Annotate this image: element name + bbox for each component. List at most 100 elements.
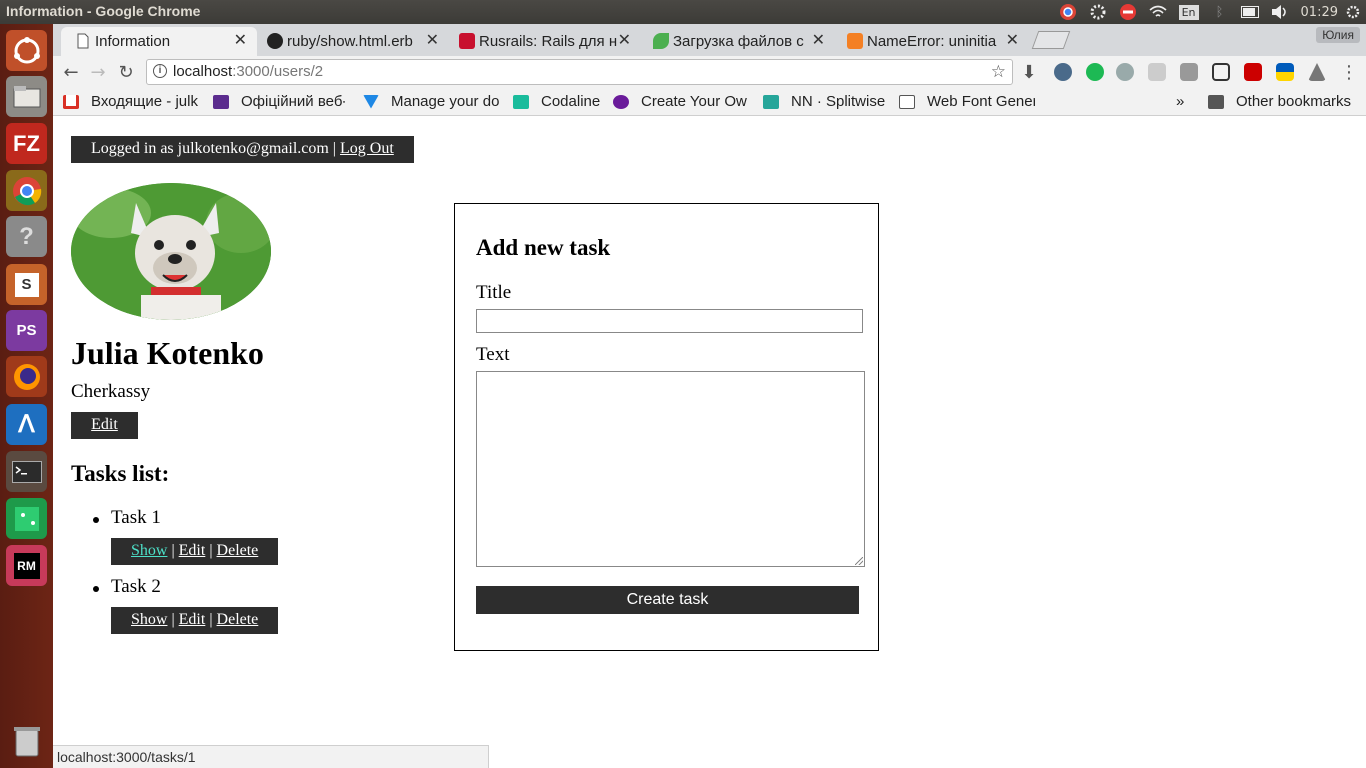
task-delete-link[interactable]: Delete bbox=[217, 542, 259, 559]
extension-cloud-icon[interactable] bbox=[1148, 63, 1166, 81]
extension-lastpass-icon[interactable] bbox=[1244, 63, 1262, 81]
extension-drive-icon[interactable] bbox=[1308, 63, 1326, 81]
green-app-icon[interactable] bbox=[6, 498, 47, 539]
text-textarea[interactable] bbox=[476, 371, 865, 567]
page-icon bbox=[899, 94, 915, 109]
user-name: Julia Kotenko bbox=[71, 335, 264, 371]
logout-link[interactable]: Log Out bbox=[340, 140, 394, 157]
extension-cube-icon[interactable] bbox=[1212, 63, 1230, 81]
trash-icon[interactable] bbox=[6, 720, 47, 761]
tab-title: NameError: uninitia bbox=[867, 33, 997, 50]
other-bookmarks[interactable]: Other bookmarks bbox=[1208, 93, 1351, 110]
close-icon[interactable]: ✕ bbox=[1005, 30, 1019, 50]
rubymine-icon[interactable]: RM bbox=[6, 545, 47, 586]
new-tab-button[interactable] bbox=[1031, 31, 1071, 49]
edit-profile-button[interactable]: Edit bbox=[71, 412, 138, 439]
close-icon[interactable]: ✕ bbox=[617, 30, 631, 50]
bullet bbox=[93, 586, 99, 592]
rusrails-icon bbox=[459, 33, 475, 49]
power-gear-icon[interactable] bbox=[1344, 3, 1362, 21]
sublime-icon[interactable]: S bbox=[6, 264, 47, 305]
bookmark-official[interactable]: Офіційний веб- bbox=[213, 93, 345, 110]
clock[interactable]: 01:29 bbox=[1301, 5, 1338, 20]
bookmark-codaline[interactable]: Codaline bbox=[513, 93, 613, 110]
create-task-button[interactable]: Create task bbox=[476, 586, 859, 614]
task-edit-link[interactable]: Edit bbox=[179, 611, 206, 628]
tab-information[interactable]: Information ✕ bbox=[61, 27, 257, 56]
title-label: Title bbox=[476, 282, 512, 303]
extension-vpn-icon[interactable] bbox=[1054, 63, 1072, 81]
do-not-disturb-icon[interactable] bbox=[1119, 3, 1137, 21]
task-delete-link[interactable]: Delete bbox=[217, 611, 259, 628]
back-icon[interactable]: ← bbox=[59, 60, 83, 84]
system-tray: En ᛒ 01:29 bbox=[1059, 0, 1366, 24]
keyboard-layout-indicator[interactable]: En bbox=[1178, 4, 1199, 20]
extension-ukraine-icon[interactable] bbox=[1276, 63, 1294, 81]
help-icon[interactable]: ? bbox=[6, 216, 47, 257]
task-show-link[interactable]: Show bbox=[131, 611, 167, 628]
close-icon[interactable]: ✕ bbox=[425, 30, 439, 50]
title-input[interactable] bbox=[476, 309, 863, 333]
page-icon bbox=[75, 33, 91, 49]
new-task-form: Add new task Title Text Create task bbox=[454, 203, 879, 651]
bookmark-star-icon[interactable]: ☆ bbox=[991, 62, 1006, 82]
download-icon[interactable]: ⬇ bbox=[1017, 60, 1041, 84]
profile-button[interactable]: Юлия bbox=[1316, 27, 1360, 43]
task-actions: Show | Edit | Delete bbox=[111, 607, 278, 634]
bluetooth-icon[interactable]: ᛒ bbox=[1211, 3, 1229, 21]
terminal-icon[interactable] bbox=[6, 451, 47, 492]
files-icon[interactable] bbox=[6, 76, 47, 117]
close-icon[interactable]: ✕ bbox=[234, 30, 247, 50]
chrome-icon[interactable] bbox=[6, 170, 47, 211]
tab-rusrails[interactable]: Rusrails: Rails для н ✕ bbox=[445, 27, 641, 56]
browser-tab-strip: Information ✕ ruby/show.html.erb ✕ Rusra… bbox=[53, 24, 1366, 56]
bluegriffon-icon[interactable]: ᐱ bbox=[6, 404, 47, 445]
task-actions: Show | Edit | Delete bbox=[111, 538, 278, 565]
site-info-icon[interactable]: i bbox=[153, 64, 167, 78]
extension-feed-icon[interactable] bbox=[1180, 63, 1198, 81]
github-icon bbox=[267, 33, 283, 49]
close-icon[interactable]: ✕ bbox=[811, 30, 825, 50]
bookmarks-bar: Входящие - julk Офіційний веб- Manage yo… bbox=[53, 88, 1366, 116]
ubuntu-icon[interactable] bbox=[6, 30, 47, 71]
tasks-heading: Tasks list: bbox=[71, 461, 170, 486]
logged-in-text: Logged in as julkotenko@gmail.com | bbox=[91, 140, 337, 157]
tab-file-upload[interactable]: Загрузка файлов с ✕ bbox=[639, 27, 835, 56]
address-bar[interactable]: i localhost:3000/users/2 ☆ bbox=[146, 59, 1013, 85]
resize-handle-icon[interactable] bbox=[855, 557, 863, 565]
tab-stackoverflow[interactable]: NameError: uninitia ✕ bbox=[833, 27, 1029, 56]
user-city: Cherkassy bbox=[71, 381, 151, 402]
tab-title: ruby/show.html.erb bbox=[287, 33, 413, 50]
os-top-panel: Information - Google Chrome En ᛒ 01:29 bbox=[0, 0, 1366, 24]
reload-icon[interactable]: ↻ bbox=[114, 60, 138, 84]
extension-eye-icon[interactable] bbox=[1116, 63, 1134, 81]
menu-icon[interactable]: ⋮ bbox=[1337, 60, 1361, 84]
tab-title: Загрузка файлов с bbox=[673, 33, 804, 50]
wifi-icon[interactable] bbox=[1149, 3, 1167, 21]
firefox-icon[interactable] bbox=[6, 356, 47, 397]
bookmark-webfont[interactable]: Web Font Gener bbox=[899, 93, 1035, 110]
chrome-tray-icon[interactable] bbox=[1059, 3, 1077, 21]
bookmark-manage[interactable]: Manage your do bbox=[363, 93, 499, 110]
task-show-link[interactable]: Show bbox=[131, 542, 167, 559]
text-label: Text bbox=[476, 344, 510, 365]
filezilla-icon[interactable]: FZ bbox=[6, 123, 47, 164]
tab-github[interactable]: ruby/show.html.erb ✕ bbox=[253, 27, 449, 56]
volume-icon[interactable] bbox=[1271, 3, 1289, 21]
url-path: :3000/users/2 bbox=[232, 63, 324, 80]
tab-title: Rusrails: Rails для н bbox=[479, 33, 618, 50]
task-title: Task 1 bbox=[111, 507, 161, 528]
battery-icon[interactable] bbox=[1240, 3, 1259, 21]
settings-tray-icon[interactable] bbox=[1089, 3, 1107, 21]
bookmark-splitwise[interactable]: NN · Splitwise bbox=[763, 93, 891, 110]
extension-play-icon[interactable] bbox=[1086, 63, 1104, 81]
forward-icon[interactable]: → bbox=[86, 60, 110, 84]
window-title: Information - Google Chrome bbox=[6, 3, 201, 19]
phpstorm-icon[interactable]: PS bbox=[6, 310, 47, 351]
splitwise-icon bbox=[763, 94, 779, 109]
bookmark-gmail[interactable]: Входящие - julk bbox=[63, 93, 199, 110]
bookmark-create[interactable]: Create Your Ow bbox=[613, 93, 749, 110]
url-host: localhost bbox=[173, 63, 233, 80]
task-edit-link[interactable]: Edit bbox=[179, 542, 206, 559]
bookmarks-overflow-chevron[interactable]: » bbox=[1176, 93, 1184, 110]
